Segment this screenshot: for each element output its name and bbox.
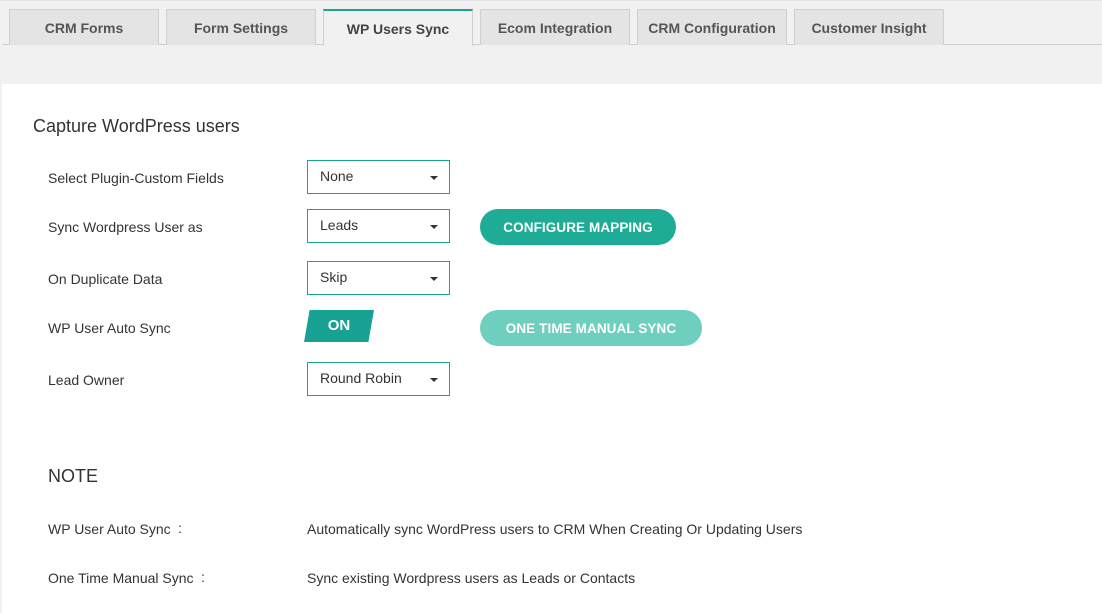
caret-down-icon: [430, 225, 438, 229]
plugin-custom-fields-label: Select Plugin-Custom Fields: [48, 170, 224, 186]
caret-down-icon: [430, 176, 438, 180]
tab-bar: CRM Forms Form Settings WP Users Sync Ec…: [0, 0, 1102, 84]
note-item-colon: :: [178, 520, 182, 536]
tab-crm-configuration[interactable]: CRM Configuration: [637, 9, 787, 45]
note-item-label: WP User Auto Sync: [48, 521, 171, 537]
plugin-custom-fields-value: None: [320, 167, 354, 184]
lead-owner-label: Lead Owner: [48, 372, 125, 388]
tab-ecom-integration[interactable]: Ecom Integration: [480, 9, 630, 45]
section-title: Capture WordPress users: [33, 116, 240, 136]
configure-mapping-button[interactable]: CONFIGURE MAPPING: [480, 209, 676, 245]
auto-sync-label: WP User Auto Sync: [48, 320, 171, 336]
note-item-description: Automatically sync WordPress users to CR…: [307, 521, 803, 537]
sync-user-as-label: Sync Wordpress User as: [48, 219, 203, 235]
caret-down-icon: [430, 378, 438, 382]
lead-owner-select[interactable]: Round Robin: [307, 362, 450, 396]
note-item-label: One Time Manual Sync: [48, 570, 194, 586]
sync-user-as-select[interactable]: Leads: [307, 209, 450, 243]
on-duplicate-value: Skip: [320, 268, 348, 285]
on-duplicate-select[interactable]: Skip: [307, 261, 450, 295]
plugin-custom-fields-select[interactable]: None: [307, 160, 450, 194]
caret-down-icon: [430, 277, 438, 281]
note-title: NOTE: [48, 466, 99, 486]
lead-owner-value: Round Robin: [320, 369, 402, 386]
on-duplicate-label: On Duplicate Data: [48, 271, 163, 287]
note-item-colon: :: [201, 569, 205, 585]
tab-wp-users-sync[interactable]: WP Users Sync: [323, 9, 473, 46]
tab-customer-insight[interactable]: Customer Insight: [794, 9, 944, 45]
one-time-manual-sync-button[interactable]: ONE TIME MANUAL SYNC: [480, 310, 702, 346]
toggle-state-text: ON: [327, 316, 351, 334]
note-item-description: Sync existing Wordpress users as Leads o…: [307, 570, 636, 586]
sync-user-as-value: Leads: [320, 216, 359, 233]
tab-form-settings[interactable]: Form Settings: [166, 9, 316, 45]
tab-crm-forms[interactable]: CRM Forms: [9, 9, 159, 45]
auto-sync-toggle[interactable]: ON: [304, 310, 374, 342]
